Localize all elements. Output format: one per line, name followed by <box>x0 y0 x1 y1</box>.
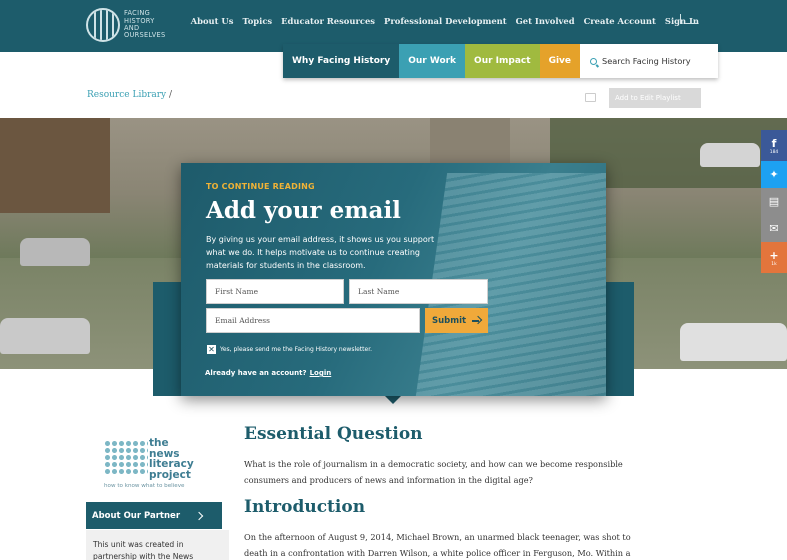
logo-mark-icon <box>86 8 120 42</box>
submit-label: Submit <box>431 315 467 326</box>
share-rail: f 184 ✦ ▤ ✉ + 1k <box>761 130 787 273</box>
newsletter-label: Yes, please send me the Facing History n… <box>220 346 373 353</box>
hero-building <box>0 118 110 213</box>
hero-car <box>20 238 90 266</box>
add-to-playlist-button[interactable]: Add to Edit Playlist <box>609 88 701 108</box>
more-share-button[interactable]: + 1k <box>761 242 787 273</box>
partner-logo-wordmark: the news literacy project <box>149 437 194 481</box>
site-search-input[interactable]: Search Facing History <box>580 44 719 78</box>
plus-icon: + <box>769 248 779 262</box>
essential-question-text: What is the role of journalism in a demo… <box>244 459 623 485</box>
modal-kicker: TO CONTINUE READING <box>206 182 315 191</box>
twitter-share-button[interactable]: ✦ <box>761 161 787 188</box>
search-placeholder: Search Facing History <box>602 56 691 66</box>
introduction-heading: Introduction <box>244 497 366 517</box>
breadcrumb: Resource Library / <box>87 90 172 100</box>
tab-give[interactable]: Give <box>539 44 581 78</box>
caption-pointer <box>385 396 401 404</box>
printer-icon: ▤ <box>768 195 780 208</box>
cart-icon[interactable] <box>680 14 697 24</box>
login-link[interactable]: Login <box>310 369 332 377</box>
logo-wordmark: FACING HISTORY AND OURSELVES <box>124 9 166 40</box>
about-partner-label: About Our Partner <box>92 510 181 521</box>
main-nav: About Us Topics Educator Resources Profe… <box>191 16 699 26</box>
account-prompt: Already have an account? Login <box>205 369 331 377</box>
search-icon <box>590 57 598 65</box>
nav-about-us[interactable]: About Us <box>191 16 234 26</box>
submit-button[interactable]: Submit <box>425 308 488 333</box>
email-share-button[interactable]: ✉ <box>761 215 787 242</box>
more-share-count: 1k <box>771 261 777 267</box>
nav-create-account[interactable]: Create Account <box>584 16 656 26</box>
newsletter-checkbox[interactable]: ✕ <box>207 345 216 354</box>
breadcrumb-separator: / <box>169 90 173 100</box>
about-our-partner-button[interactable]: About Our Partner <box>86 502 222 529</box>
account-prompt-text: Already have an account? <box>205 369 307 377</box>
tab-why-facing-history[interactable]: Why Facing History <box>283 44 400 78</box>
introduction-text: On the afternoon of August 9, 2014, Mich… <box>244 532 631 558</box>
arrow-right-icon <box>472 316 481 325</box>
hero-car <box>700 143 760 167</box>
facebook-share-button[interactable]: f 184 <box>761 130 787 161</box>
twitter-icon: ✦ <box>769 168 779 181</box>
tab-our-work[interactable]: Our Work <box>399 44 466 78</box>
first-name-field[interactable]: First Name <box>206 279 344 304</box>
news-literacy-dots-icon <box>104 440 148 476</box>
envelope-icon: ✉ <box>769 222 779 235</box>
hero-car <box>680 323 787 361</box>
facebook-icon: f <box>771 136 777 150</box>
essential-question-heading: Essential Question <box>244 424 423 444</box>
secondary-nav: Why Facing History Our Work Our Impact G… <box>283 44 719 78</box>
email-gate-modal: TO CONTINUE READING Add your email By gi… <box>181 163 606 396</box>
nav-professional-development[interactable]: Professional Development <box>384 16 507 26</box>
modal-title: Add your email <box>206 197 401 224</box>
tab-our-impact[interactable]: Our Impact <box>465 44 540 78</box>
facebook-count: 184 <box>769 149 779 155</box>
nav-educator-resources[interactable]: Educator Resources <box>281 16 375 26</box>
print-share-button[interactable]: ▤ <box>761 188 787 215</box>
nav-topics[interactable]: Topics <box>242 16 272 26</box>
site-logo[interactable]: FACING HISTORY AND OURSELVES <box>86 8 165 42</box>
nav-get-involved[interactable]: Get Involved <box>516 16 575 26</box>
partner-description: This unit was created in partnership wit… <box>86 530 229 560</box>
modal-description: By giving us your email address, it show… <box>206 235 435 270</box>
print-icon[interactable] <box>585 93 596 102</box>
chevron-right-icon <box>194 511 204 520</box>
hero-car <box>0 318 90 354</box>
breadcrumb-resource-library[interactable]: Resource Library <box>87 90 166 100</box>
partner-tagline: how to know what to believe <box>104 483 185 489</box>
email-field[interactable]: Email Address <box>206 308 420 333</box>
last-name-field[interactable]: Last Name <box>349 279 488 304</box>
